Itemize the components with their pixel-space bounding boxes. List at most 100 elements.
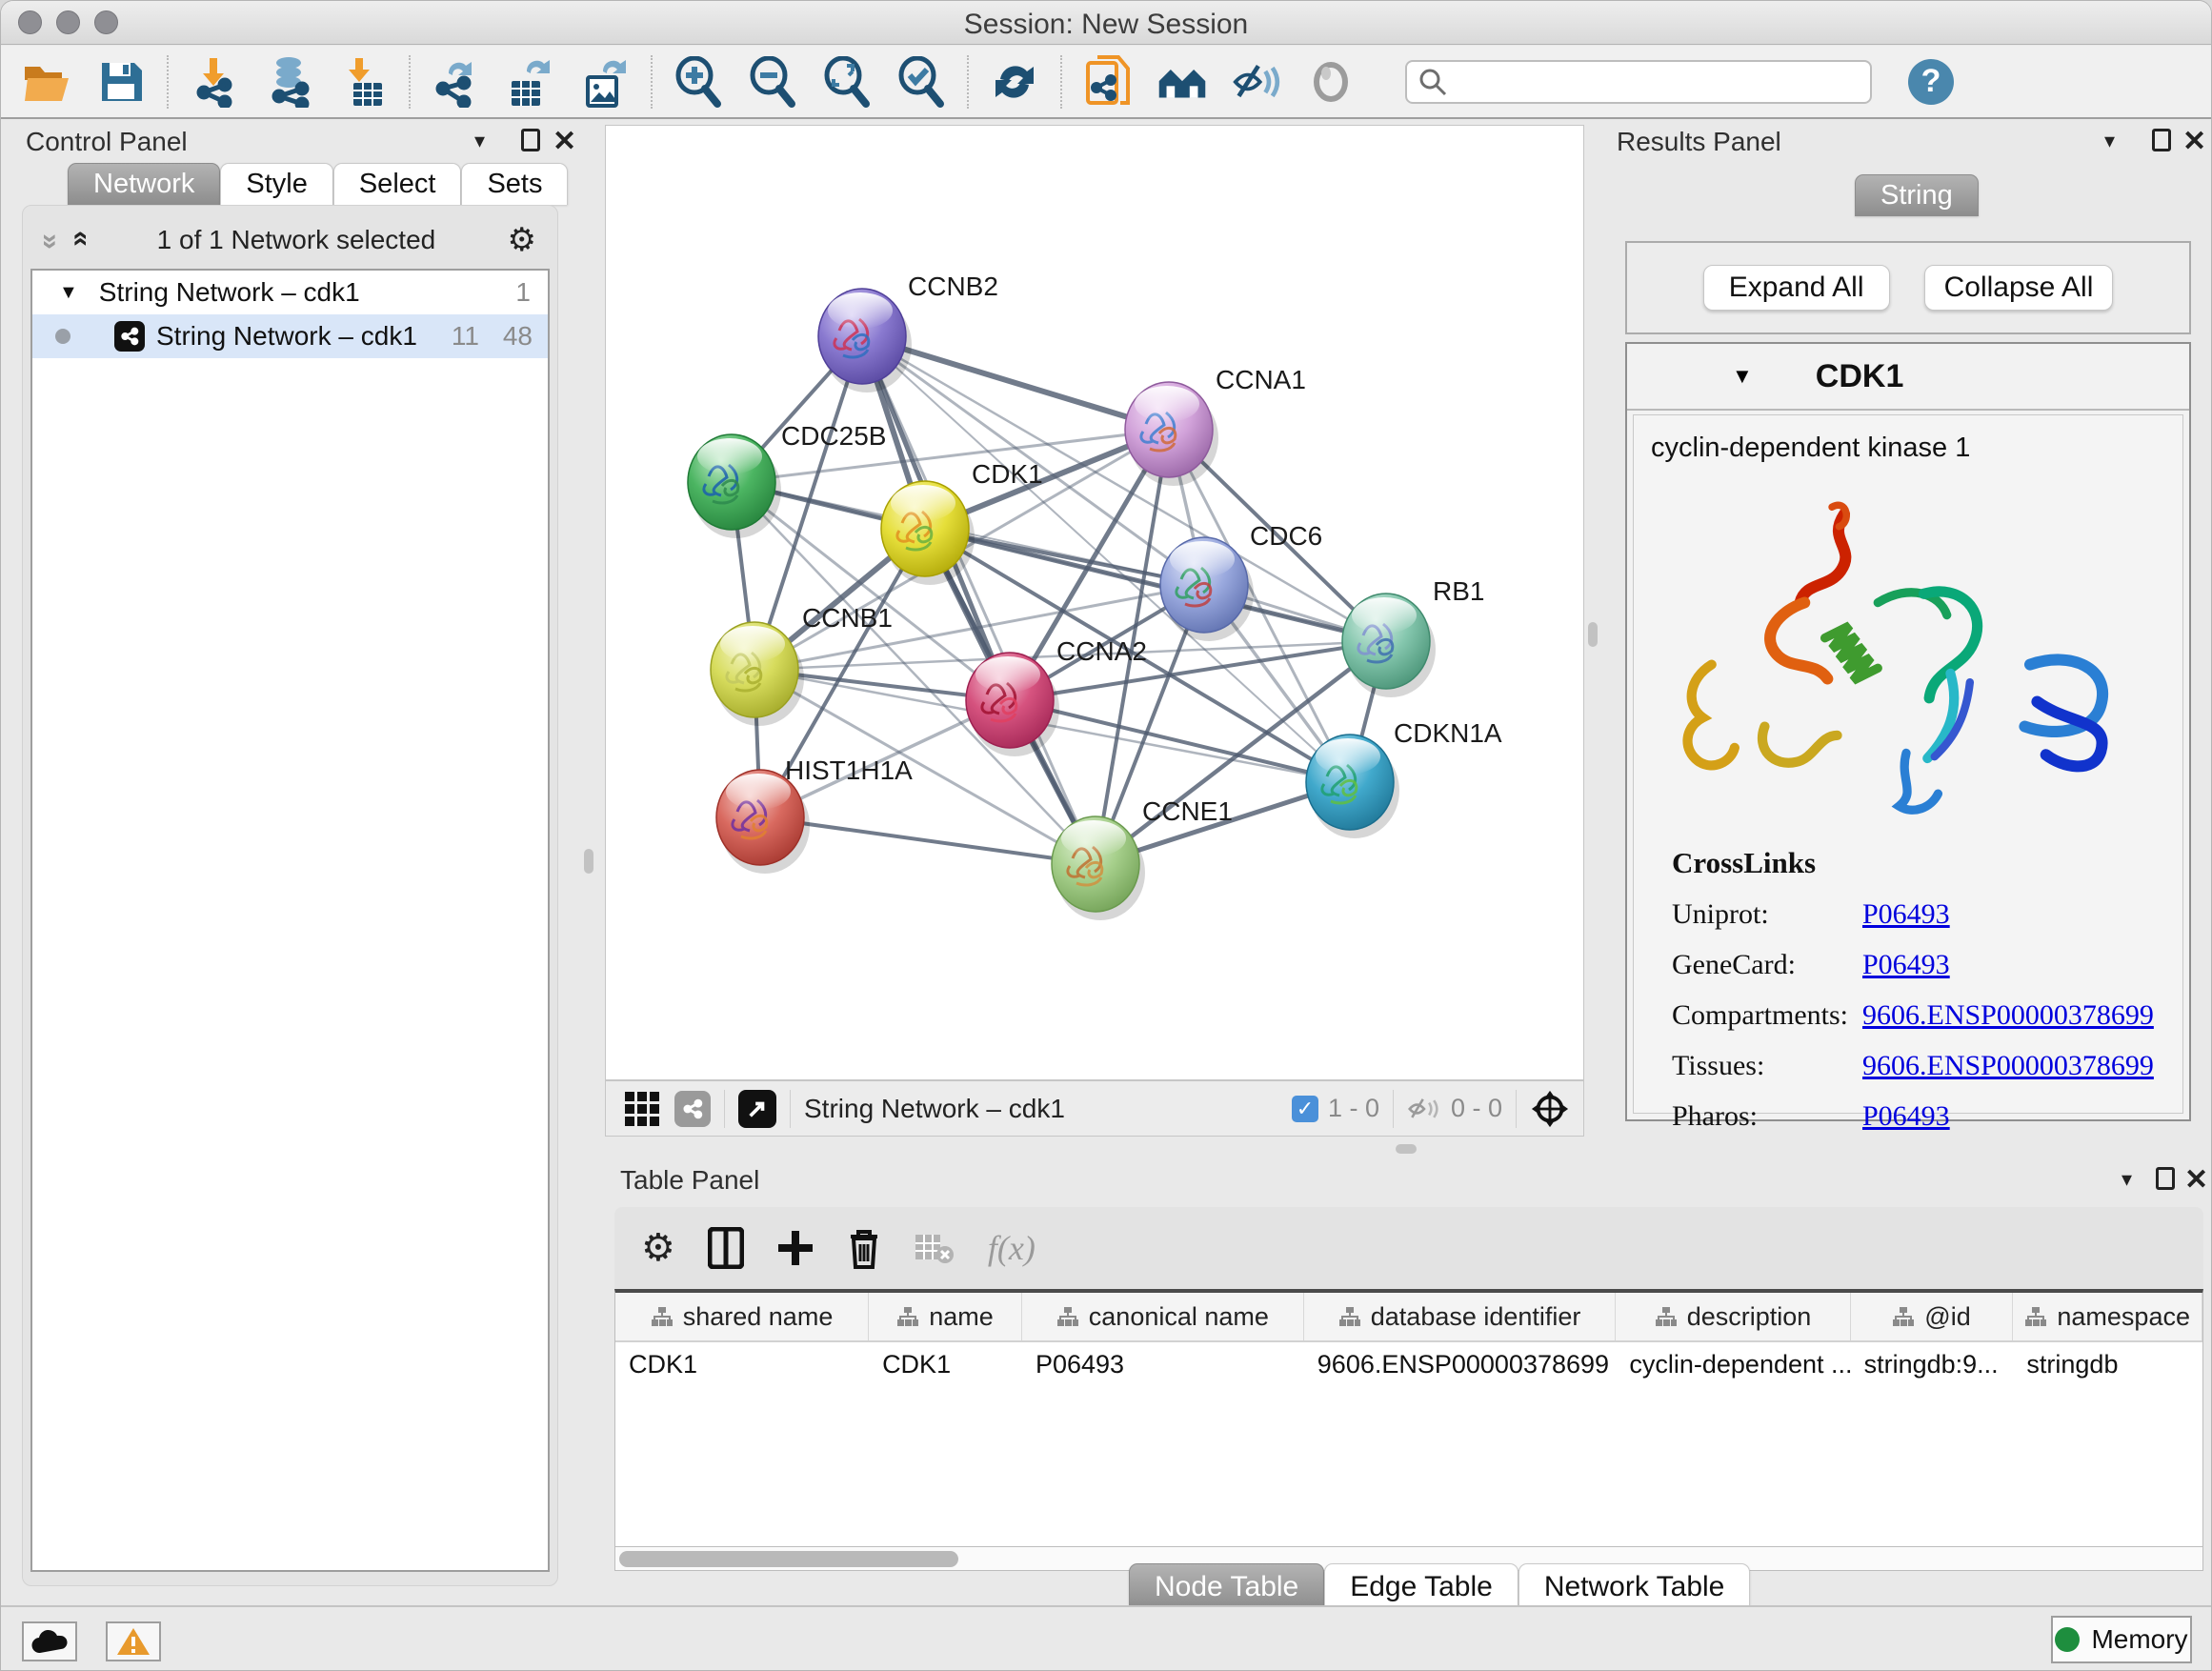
collapse-all-button[interactable]: Collapse All — [1924, 265, 2114, 311]
add-column-icon[interactable] — [776, 1229, 814, 1267]
fit-selection-crosshair-icon[interactable] — [1530, 1089, 1570, 1129]
main-toolbar: ? — [1, 46, 2211, 119]
network-node-cdc6[interactable] — [1160, 537, 1254, 641]
network-options-gear-icon[interactable]: ⚙ — [508, 221, 536, 259]
birdseye-grid-icon[interactable] — [625, 1092, 659, 1126]
node-table: shared namenamecanonical namedatabase id… — [614, 1289, 2203, 1546]
help-icon[interactable]: ? — [1908, 59, 1954, 105]
table-cell: stringdb:9... — [1851, 1342, 2014, 1388]
network-node-count: 11 — [452, 321, 479, 352]
network-canvas[interactable]: CCNB2CCNA1CDC25BCDK1CDC6RB1CCNB1CCNA2CDK… — [605, 125, 1584, 1080]
network-node-cdkn1a[interactable] — [1306, 735, 1399, 838]
memory-label: Memory — [2091, 1624, 2187, 1655]
tab-edge-table[interactable]: Edge Table — [1324, 1563, 1518, 1609]
tab-select[interactable]: Select — [333, 163, 462, 205]
search-input[interactable] — [1447, 67, 1847, 96]
network-node-cdk1[interactable] — [881, 481, 975, 585]
delete-column-icon[interactable] — [847, 1227, 881, 1269]
show-columns-icon[interactable] — [708, 1227, 744, 1269]
node-label-cdc25b: CDC25B — [781, 421, 886, 451]
crosslink-link[interactable]: 9606.ENSP00000378699 — [1862, 999, 2154, 1032]
right-splitter-handle[interactable] — [1588, 622, 1598, 647]
network-overview-icon[interactable] — [674, 1091, 711, 1127]
tab-style[interactable]: Style — [220, 163, 332, 205]
table-row[interactable]: CDK1CDK1P064939606.ENSP00000378699cyclin… — [615, 1342, 2202, 1388]
crosslink-label: Pharos: — [1672, 1100, 1862, 1133]
results-panel-menu-icon[interactable]: ▾ — [2104, 129, 2115, 153]
tab-sets[interactable]: Sets — [461, 163, 568, 205]
results-panel-float-icon[interactable] — [2152, 129, 2171, 151]
selected-counts: 1 - 0 — [1328, 1094, 1379, 1123]
column-header-description[interactable]: description — [1616, 1293, 1850, 1340]
import-network-icon[interactable] — [190, 57, 239, 107]
column-header-canonical-name[interactable]: canonical name — [1022, 1293, 1304, 1340]
control-panel-close-icon[interactable]: ✕ — [553, 125, 576, 158]
network-node-ccna1[interactable] — [1125, 382, 1218, 486]
import-table-icon[interactable] — [338, 57, 388, 107]
tab-node-table[interactable]: Node Table — [1129, 1563, 1324, 1609]
hide-show-icon[interactable] — [1232, 57, 1281, 107]
table-panel-float-icon[interactable] — [2156, 1167, 2175, 1190]
open-in-string-icon[interactable] — [738, 1090, 776, 1128]
export-network-icon[interactable] — [432, 57, 481, 107]
crosslink-link[interactable]: P06493 — [1862, 949, 1950, 981]
open-session-icon[interactable] — [22, 57, 71, 107]
column-header-namespace[interactable]: namespace — [2013, 1293, 2202, 1340]
results-panel-close-icon[interactable]: ✕ — [2182, 125, 2206, 158]
preview-icon[interactable] — [1306, 57, 1356, 107]
network-node-ccna2[interactable] — [966, 653, 1059, 756]
warnings-button[interactable] — [106, 1621, 161, 1661]
column-header-shared-name[interactable]: shared name — [615, 1293, 869, 1340]
column-header-name[interactable]: name — [869, 1293, 1022, 1340]
bottom-splitter-handle[interactable] — [1396, 1144, 1417, 1154]
table-panel-menu-icon[interactable]: ▾ — [2122, 1167, 2132, 1192]
expand-all-button[interactable]: Expand All — [1703, 265, 1890, 311]
expand-all-networks-icon[interactable]: » — [63, 233, 95, 247]
gene-collapse-icon[interactable]: ▼ — [1732, 364, 1753, 389]
crosslink-link[interactable]: P06493 — [1862, 1100, 1950, 1133]
home-icon[interactable] — [1157, 57, 1207, 107]
network-node-rb1[interactable] — [1342, 594, 1436, 697]
tab-string[interactable]: String — [1855, 174, 1979, 216]
control-panel-menu-icon[interactable]: ▾ — [474, 129, 485, 153]
export-table-icon[interactable] — [506, 57, 555, 107]
clone-network-icon[interactable] — [1083, 57, 1133, 107]
crosslink-link[interactable]: P06493 — [1862, 898, 1950, 931]
table-settings-gear-icon[interactable]: ⚙ — [641, 1226, 675, 1270]
network-node-ccne1[interactable] — [1052, 816, 1145, 920]
crosslink-label: Uniprot: — [1672, 898, 1862, 931]
cloud-status-button[interactable] — [22, 1621, 77, 1661]
memory-button[interactable]: Memory — [2051, 1616, 2192, 1663]
selected-checkbox-icon[interactable]: ✓ — [1292, 1096, 1318, 1122]
zoom-in-icon[interactable] — [674, 57, 723, 107]
app-window: Session: New Session — [0, 0, 2212, 1671]
network-node-ccnb2[interactable] — [818, 289, 912, 393]
gene-name: CDK1 — [1816, 358, 1904, 395]
refresh-icon[interactable] — [990, 57, 1039, 107]
tab-network-table[interactable]: Network Table — [1518, 1563, 1751, 1609]
network-row[interactable]: String Network – cdk1 11 48 — [32, 314, 548, 358]
network-node-cdc25b[interactable] — [688, 434, 781, 538]
network-node-hist1h1a[interactable] — [716, 770, 810, 874]
column-header-database-identifier[interactable]: database identifier — [1304, 1293, 1617, 1340]
import-database-icon[interactable] — [264, 57, 313, 107]
control-panel-float-icon[interactable] — [521, 129, 540, 151]
tab-network[interactable]: Network — [68, 163, 220, 205]
export-image-icon[interactable] — [580, 57, 630, 107]
table-hscrollbar-thumb[interactable] — [619, 1551, 958, 1567]
control-panel-title: Control Panel — [26, 127, 188, 157]
zoom-selected-icon[interactable] — [896, 57, 946, 107]
crosslink-link[interactable]: 9606.ENSP00000378699 — [1862, 1050, 2154, 1082]
collapse-all-networks-icon[interactable]: » — [34, 233, 67, 247]
network-collection-row[interactable]: ▼ String Network – cdk1 1 — [32, 271, 548, 314]
table-panel-close-icon[interactable]: ✕ — [2184, 1163, 2208, 1197]
node-label-cdk1: CDK1 — [972, 459, 1043, 489]
left-splitter-handle[interactable] — [584, 849, 593, 874]
save-session-icon[interactable] — [96, 57, 146, 107]
column-header-id[interactable]: @id — [1851, 1293, 2014, 1340]
zoom-out-icon[interactable] — [748, 57, 797, 107]
warning-icon — [116, 1626, 151, 1657]
collection-expand-icon[interactable]: ▼ — [59, 282, 78, 304]
network-tab-body: » » 1 of 1 Network selected ⚙ ▼ String N… — [22, 205, 558, 1586]
zoom-fit-icon[interactable] — [822, 57, 872, 107]
